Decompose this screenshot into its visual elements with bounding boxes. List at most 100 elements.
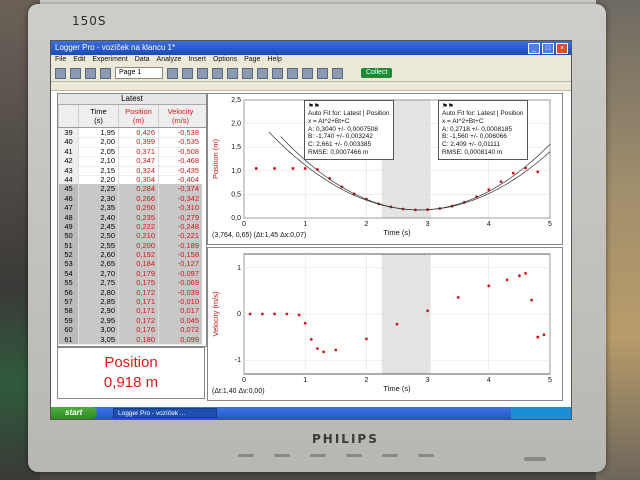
autoscale-icon[interactable] <box>197 67 208 79</box>
collect-button[interactable]: Collect <box>361 68 393 78</box>
table-row[interactable]: 56 2,80 0,172 -0,039 <box>58 287 206 299</box>
table-row[interactable]: 58 2,90 0,171 0,017 <box>58 306 206 317</box>
table-row[interactable]: 40 2,00 0,399 -0,535 <box>58 137 206 148</box>
table-row[interactable]: 43 2,15 0,324 -0,435 <box>58 165 206 176</box>
page-select[interactable]: Page 1 <box>115 67 163 79</box>
row-number-header <box>58 105 78 127</box>
position-graph[interactable]: 0 1 2 3 4 5 2,5 2,0 1,5 1,0 0,5 0,0 Time (s) Position… <box>207 93 563 245</box>
stats-icon[interactable] <box>287 67 298 79</box>
examine-icon[interactable] <box>242 67 253 79</box>
zoom-in-icon[interactable] <box>212 67 223 79</box>
table-row[interactable]: 46 2,30 0,266 -0,342 <box>58 193 206 205</box>
position-column-header[interactable]: Position (m) <box>118 105 158 127</box>
table-row[interactable]: 51 2,55 0,200 -0,189 <box>58 240 206 252</box>
save-icon[interactable] <box>85 67 96 79</box>
menu-item[interactable]: Analyze <box>157 55 182 65</box>
x-tick-label: 0 <box>242 221 246 228</box>
monitor-button[interactable] <box>382 454 398 457</box>
position-cell[interactable]: 0,180 <box>118 334 158 345</box>
fit-rmse: RMSE: 0,0007466 m <box>308 148 369 156</box>
table-row[interactable]: 48 2,40 0,235 -0,279 <box>58 212 206 223</box>
table-row[interactable]: 50 2,50 0,210 -0,221 <box>58 231 206 242</box>
data-table[interactable]: Latest Time (s) Position (m) Velocity (m/s)… <box>57 93 207 347</box>
velocity-cell[interactable]: 0,099 <box>158 334 202 345</box>
velocity-graph[interactable]: 0 1 2 3 4 5 1 0 -1 Time (s) Velocity (m/s) (Δt:1,4… <box>207 247 563 401</box>
table-row[interactable]: 42 2,10 0,347 -0,468 <box>58 156 206 167</box>
data-point <box>487 284 491 288</box>
data-point <box>536 170 540 174</box>
monitor-button[interactable] <box>238 454 254 457</box>
zoom-out-icon[interactable] <box>227 67 238 79</box>
menu-item[interactable]: Insert <box>188 55 206 65</box>
fit-box-2[interactable]: ⚑⚑ Auto Fit for: Latest | Position x = A… <box>438 100 528 160</box>
monitor-button[interactable] <box>274 454 290 457</box>
table-row[interactable]: 57 2,85 0,171 -0,010 <box>58 297 206 308</box>
table-row[interactable]: 49 2,45 0,222 -0,248 <box>58 221 206 233</box>
close-button[interactable]: × <box>556 43 568 54</box>
table-row[interactable]: 44 2,20 0,304 -0,404 <box>58 174 206 186</box>
table-row[interactable]: 55 2,75 0,175 -0,069 <box>58 278 206 289</box>
x-tick-label: 5 <box>548 377 552 384</box>
window-titlebar: Logger Pro - vozíček na klancu 1* _ □ × <box>51 41 571 55</box>
start-button[interactable]: start <box>51 407 97 419</box>
monitor-button[interactable] <box>418 454 434 457</box>
y-axis-label: Position (m) <box>211 138 220 179</box>
menu-item[interactable]: Edit <box>73 55 85 65</box>
taskbar-item-logger-pro[interactable]: Logger Pro - vozíček ... <box>113 408 217 418</box>
menu-item[interactable]: Page <box>244 55 260 65</box>
data-point <box>426 309 429 313</box>
open-file-icon[interactable] <box>70 67 81 79</box>
time-column-header[interactable]: Time (s) <box>78 105 118 127</box>
monitor-button[interactable] <box>310 454 326 457</box>
flag-icon: ⚑⚑ <box>308 103 320 110</box>
data-point <box>524 271 527 275</box>
menu-item[interactable]: File <box>55 55 66 65</box>
table-row[interactable]: 59 2,95 0,172 0,045 <box>58 315 206 327</box>
data-point <box>260 312 264 316</box>
monitor-brand-logo: PHILIPS <box>312 432 379 446</box>
prev-page-icon[interactable] <box>167 67 178 79</box>
minimize-button[interactable]: _ <box>528 43 540 54</box>
maximize-button[interactable]: □ <box>542 43 554 54</box>
next-page-icon[interactable] <box>182 67 193 79</box>
curve-fit-icon[interactable] <box>317 67 328 79</box>
y-tick-label: 0,5 <box>231 191 241 198</box>
fit-c: C: 2,661 +/- 0,003385 <box>308 141 372 149</box>
data-point <box>322 350 325 354</box>
table-row[interactable]: 39 1,95 0,426 -0,538 <box>58 128 206 139</box>
data-point <box>395 322 399 326</box>
power-button[interactable] <box>524 457 546 461</box>
menu-item[interactable]: Data <box>135 55 150 65</box>
flag-icon: ⚑⚑ <box>442 103 454 110</box>
table-row[interactable]: 54 2,70 0,179 -0,097 <box>58 268 206 280</box>
menu-item[interactable]: Help <box>267 55 281 65</box>
table-row[interactable]: 60 3,00 0,176 0,072 <box>58 325 206 336</box>
menu-bar: File Edit Experiment Data Analyze Insert Optio… <box>51 55 571 65</box>
table-row[interactable]: 53 2,65 0,184 -0,127 <box>58 259 206 270</box>
model-icon[interactable] <box>332 67 343 79</box>
fit-title: Auto Fit for: Latest | Position <box>442 110 524 117</box>
menu-item[interactable]: Options <box>213 55 237 65</box>
time-cell[interactable]: 3,05 <box>78 334 118 345</box>
integral-icon[interactable] <box>272 67 283 79</box>
row-number[interactable]: 61 <box>58 334 78 345</box>
table-row[interactable]: 45 2,25 0,284 -0,374 <box>58 184 206 195</box>
fit-box-1[interactable]: ⚑⚑ Auto Fit for: Latest | Position x = A… <box>304 100 394 160</box>
tangent-icon[interactable] <box>257 67 268 79</box>
table-row[interactable]: 47 2,35 0,250 -0,310 <box>58 203 206 214</box>
data-point <box>456 295 460 299</box>
velocity-graph-canvas[interactable]: 0 1 2 3 4 5 1 0 -1 Time (s) Velocity (m/s) <box>208 248 562 400</box>
linear-fit-icon[interactable] <box>302 67 313 79</box>
table-row[interactable]: 52 2,60 0,192 -0,158 <box>58 250 206 261</box>
monitor-buttons[interactable] <box>238 454 458 462</box>
print-icon[interactable] <box>100 67 111 79</box>
monitor-button[interactable] <box>346 454 362 457</box>
new-file-icon[interactable] <box>55 67 66 79</box>
fit-c: C: 2,409 +/- 0,01111 <box>442 141 500 149</box>
x-tick-label: 2 <box>364 221 368 228</box>
data-point <box>530 298 534 302</box>
table-row[interactable]: 41 2,05 0,371 -0,508 <box>58 146 206 158</box>
table-row[interactable]: 61 3,05 0,180 0,099 <box>58 334 206 345</box>
menu-item[interactable]: Experiment <box>92 55 127 65</box>
velocity-column-header[interactable]: Velocity (m/s) <box>158 105 202 127</box>
